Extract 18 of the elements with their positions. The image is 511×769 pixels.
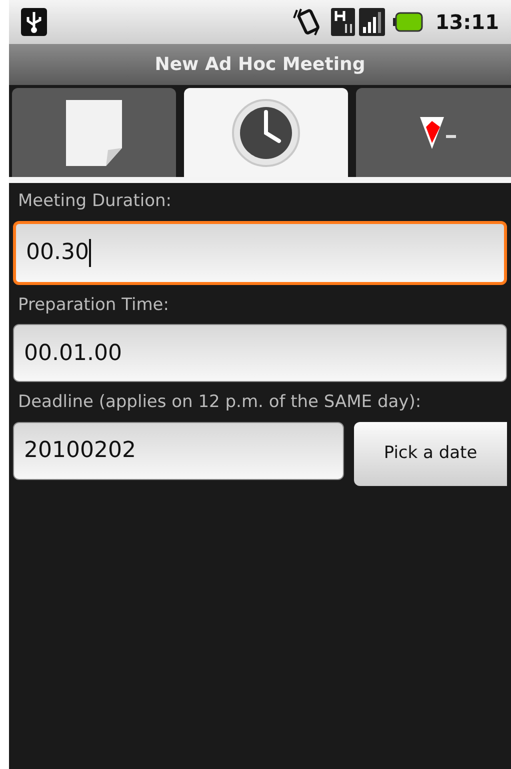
document-icon bbox=[64, 98, 124, 168]
input-field[interactable]: 00.30 bbox=[13, 220, 507, 284]
signal-icon bbox=[359, 8, 386, 36]
field-label: Meeting Duration: bbox=[17, 190, 173, 213]
field-label: Deadline (applies on 12 p.m. of the SAME day): bbox=[17, 391, 422, 414]
clock-time: 13:11 bbox=[435, 9, 499, 36]
input-field[interactable]: 20100202 bbox=[13, 422, 344, 480]
battery-icon bbox=[393, 12, 424, 32]
usb-icon bbox=[21, 8, 47, 36]
tab[interactable] bbox=[184, 88, 348, 177]
marker-icon bbox=[418, 114, 458, 150]
tab[interactable] bbox=[12, 88, 176, 177]
pick-date-button[interactable]: Pick a date bbox=[354, 422, 507, 486]
clock-icon bbox=[231, 98, 301, 168]
input-field[interactable]: 00.01.00 bbox=[13, 324, 507, 382]
window-title: New Ad Hoc Meeting bbox=[9, 44, 511, 85]
field-label: Preparation Time: bbox=[17, 294, 170, 316]
data-icon bbox=[331, 8, 356, 36]
